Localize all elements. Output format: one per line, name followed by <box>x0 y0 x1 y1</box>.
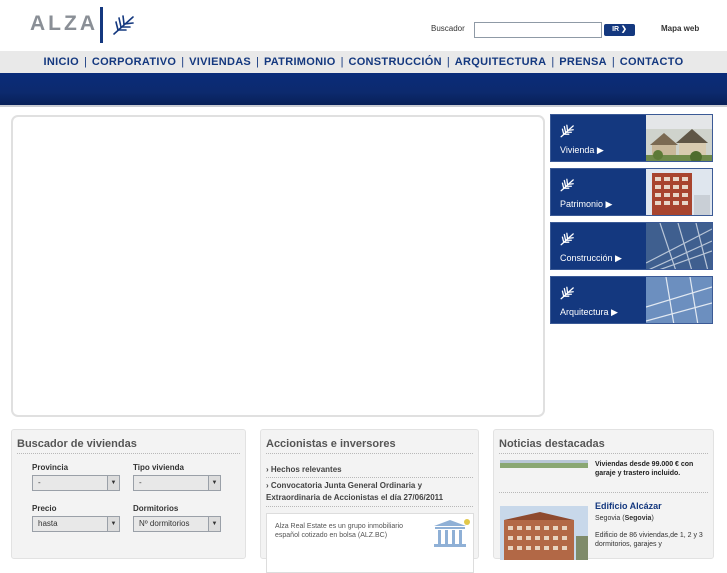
nav-separator: | <box>83 56 87 68</box>
houses-photo <box>646 115 712 161</box>
news-item-province: Segovia <box>624 515 652 522</box>
news-item-title: Viviendas desde 99.000 € con garaje y tr… <box>595 461 694 477</box>
logo-divider <box>100 7 103 43</box>
nav-separator: | <box>340 56 344 68</box>
nav-band-divider <box>0 105 727 107</box>
news-image[interactable] <box>500 460 588 468</box>
search-go-label: IR <box>612 26 620 33</box>
news-item-2[interactable]: Edificio Alcázar Segovia (Segovia) Edifi… <box>595 500 711 549</box>
convocatoria-line2: Extraordinaria de Accionistas el día 27/… <box>266 493 444 502</box>
precio-select[interactable]: hasta ▼ <box>32 516 120 532</box>
nav-item-patrimonio[interactable]: PATRIMONIO <box>264 56 336 68</box>
dormitorios-label: Dormitorios <box>133 504 179 513</box>
search-input[interactable] <box>474 22 602 38</box>
side-link-label: Vivienda ▶ <box>560 145 604 155</box>
nav-item-prensa[interactable]: PRENSA <box>559 56 607 68</box>
news-item-desc: Edificio de 86 viviendas,de 1, 2 y 3 dor… <box>595 532 703 548</box>
logo-text[interactable]: ALZA <box>30 12 98 36</box>
nav-item-arquitectura[interactable]: ARQUITECTURA <box>455 56 547 68</box>
news-panel: Noticias destacadas Viviendas desde 99.0… <box>493 429 714 560</box>
stock-info-box[interactable]: Alza Real Estate es un grupo inmobiliari… <box>266 513 474 573</box>
panel-divider <box>499 492 708 493</box>
hero-banner <box>11 115 545 417</box>
hechos-relevantes-link[interactable]: › Hechos relevantes <box>266 464 342 476</box>
leaf-logo-icon[interactable] <box>111 14 137 36</box>
stock-info-text: Alza Real Estate es un grupo inmobiliari… <box>275 523 404 539</box>
dropdown-arrow-icon: ▼ <box>208 476 220 490</box>
side-link-arquitectura[interactable]: Arquitectura ▶ <box>550 276 713 324</box>
side-link-patrimonio[interactable]: Patrimonio ▶ <box>550 168 713 216</box>
panel-divider <box>17 453 240 454</box>
precio-label: Precio <box>32 504 57 513</box>
search-label: Buscador <box>431 24 465 33</box>
nav-item-construccion[interactable]: CONSTRUCCIÓN <box>348 56 441 68</box>
tipo-vivienda-value: - <box>139 478 142 487</box>
glass-photo <box>646 277 712 323</box>
nav-item-viviendas[interactable]: VIVIENDAS <box>189 56 251 68</box>
news-item-1[interactable]: Viviendas desde 99.000 € con garaje y tr… <box>595 460 711 478</box>
side-link-label: Construcción ▶ <box>560 253 622 263</box>
housing-search-panel: Buscador de viviendas Provincia - ▼ Tipo… <box>11 429 246 559</box>
dormitorios-value: Nº dormitorios <box>139 519 190 528</box>
panel-divider <box>266 506 473 507</box>
panel-title: Buscador de viviendas <box>17 438 137 450</box>
nav-band <box>0 73 727 105</box>
side-link-label: Arquitectura ▶ <box>560 307 618 317</box>
convocatoria-link[interactable]: › Convocatoria Junta General Ordinaria y… <box>266 480 443 504</box>
nav-item-inicio[interactable]: INICIO <box>44 56 79 68</box>
panel-divider <box>499 453 708 454</box>
provincia-label: Provincia <box>32 463 69 472</box>
panel-title: Accionistas e inversores <box>266 438 396 450</box>
header: ALZA Buscador IR ❯ Mapa web <box>0 0 727 51</box>
nav-separator: | <box>256 56 259 68</box>
search-go-button[interactable]: IR ❯ <box>604 24 635 36</box>
leaf-icon <box>560 124 574 138</box>
leaf-icon <box>560 286 574 300</box>
nav-item-corporativo[interactable]: CORPORATIVO <box>92 56 176 68</box>
investors-panel: Accionistas e inversores › Hechos releva… <box>260 429 479 573</box>
nav-separator: | <box>611 56 615 68</box>
tipo-vivienda-label: Tipo vivienda <box>133 463 184 472</box>
news-image[interactable] <box>500 506 588 560</box>
panel-divider <box>266 453 473 454</box>
news-item-title: Edificio Alcázar <box>595 501 662 511</box>
leaf-icon <box>560 232 574 246</box>
main-nav: INICIO | CORPORATIVO | VIVIENDAS | PATRI… <box>0 51 727 73</box>
provincia-select[interactable]: - ▼ <box>32 475 120 491</box>
nav-separator: | <box>551 56 555 68</box>
side-link-label: Patrimonio ▶ <box>560 199 613 209</box>
nav-item-contacto[interactable]: CONTACTO <box>620 56 684 68</box>
stock-exchange-icon <box>434 519 470 547</box>
news-item-city: Segovia <box>595 515 621 522</box>
dropdown-arrow-icon: ▼ <box>107 476 119 490</box>
news-item-location: Segovia (Segovia) <box>595 515 654 522</box>
leaf-icon <box>560 178 574 192</box>
facade-photo <box>646 223 712 269</box>
dormitorios-select[interactable]: Nº dormitorios ▼ <box>133 516 221 532</box>
provincia-value: - <box>38 478 41 487</box>
nav-separator: | <box>181 56 185 68</box>
side-link-vivienda[interactable]: Vivienda ▶ <box>550 114 713 162</box>
dropdown-arrow-icon: ▼ <box>208 517 220 531</box>
side-link-construccion[interactable]: Construcción ▶ <box>550 222 713 270</box>
precio-value: hasta <box>38 519 58 528</box>
panel-title: Noticias destacadas <box>499 438 605 450</box>
tipo-vivienda-select[interactable]: - ▼ <box>133 475 221 491</box>
panel-divider <box>266 477 473 478</box>
dropdown-arrow-icon: ▼ <box>107 517 119 531</box>
building-photo <box>646 169 712 215</box>
nav-separator: | <box>446 56 450 68</box>
convocatoria-line1: › Convocatoria Junta General Ordinaria y <box>266 481 423 490</box>
sitemap-link[interactable]: Mapa web <box>661 24 699 33</box>
